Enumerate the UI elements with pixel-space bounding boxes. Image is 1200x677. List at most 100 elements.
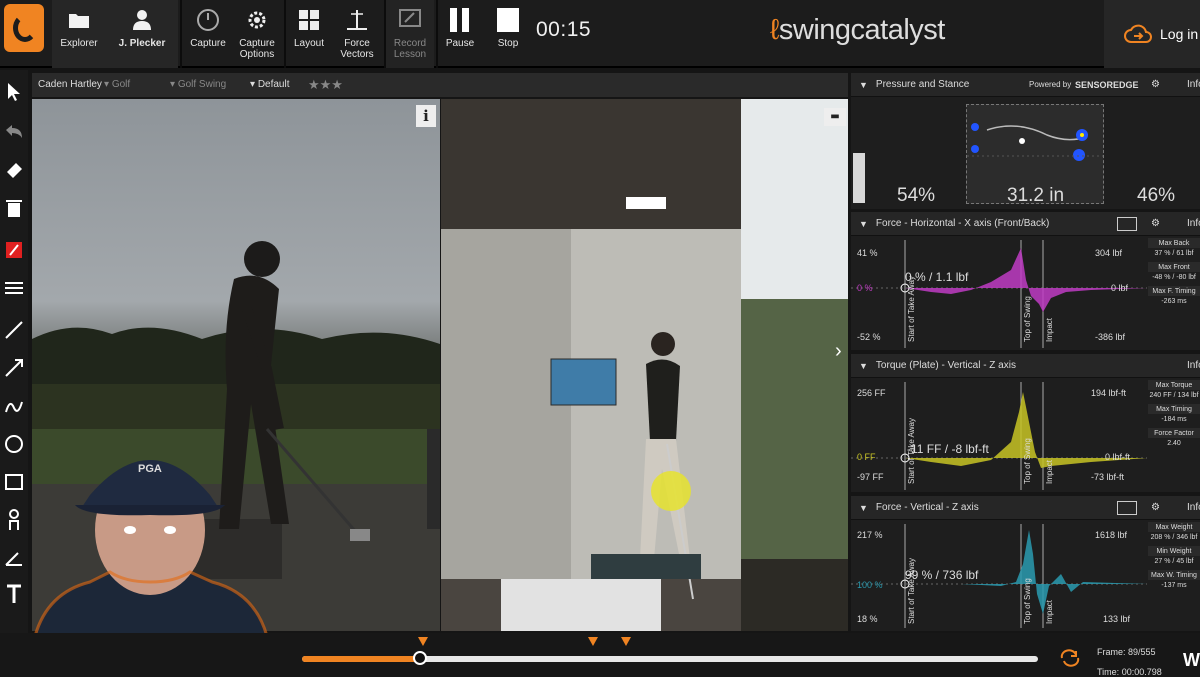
y-axis-bottom: 18 % [857, 614, 878, 624]
login-button[interactable]: Log in [1104, 0, 1200, 68]
sport-dropdown[interactable]: ▾ Golf [104, 79, 130, 90]
pressure-panel-header: ▼ Pressure and Stance Powered by SENSORE… [851, 73, 1200, 97]
svg-text:PGA: PGA [138, 463, 162, 475]
stat-label: Max Timing [1148, 404, 1200, 414]
record-lesson-button[interactable]: Record Lesson [390, 0, 430, 68]
collapse-icon[interactable]: ▼ [859, 219, 868, 229]
player-name[interactable]: Caden Hartley [38, 79, 102, 90]
stat-value: 2.40 [1167, 440, 1181, 447]
right-axis-zero: 0 lbf-ft [1105, 452, 1131, 462]
capture-button[interactable]: Capture [188, 0, 228, 68]
collapse-icon[interactable]: ▼ [859, 503, 868, 513]
pressure-stance-panel: ▼ Pressure and Stance Powered by SENSORE… [851, 73, 1200, 209]
phase-impact-label: Impact [1045, 599, 1054, 624]
right-axis-top: 1618 lbf [1095, 530, 1128, 540]
arrow-tool-icon[interactable] [2, 356, 26, 380]
phase-marker[interactable] [417, 637, 428, 646]
force-readout: 99 % / 736 lbf [905, 568, 979, 582]
phase-takeaway-label: Start of Take Away [907, 558, 916, 624]
right-axis-bottom: -386 lbf [1095, 332, 1126, 342]
phase-impact-label: Impact [1045, 459, 1054, 484]
brand-wordmark: ℓswingcatalyst [770, 14, 945, 47]
split-view-icon[interactable] [1117, 216, 1137, 231]
camera-icon[interactable]: ▬ [824, 108, 846, 126]
right-axis-top: 194 lbf-ft [1091, 388, 1127, 398]
freehand-tool-icon[interactable] [2, 394, 26, 418]
video-info-bar: Caden Hartley ▾ Golf ▾ Golf Swing ▾ Defa… [32, 73, 848, 97]
category-dropdown[interactable]: ▾ Golf Swing [170, 79, 226, 90]
phase-marker[interactable] [620, 637, 631, 646]
stat-label: Max F. Timing [1148, 286, 1200, 296]
trash-icon[interactable] [2, 196, 26, 220]
torque-panel: ▼ Torque (Plate) - Vertical - Z axis Inf… [851, 354, 1200, 492]
frame-value: 89/555 [1128, 647, 1156, 657]
stat-value: -184 ms [1161, 416, 1187, 423]
info-tab[interactable]: Info [1187, 79, 1200, 90]
video-pane-down-the-line[interactable] [441, 99, 848, 631]
stat-label: Max Weight [1148, 522, 1200, 532]
cloud-login-icon [1124, 24, 1152, 43]
next-chevron-icon[interactable]: › [835, 340, 842, 363]
loop-icon[interactable] [1058, 648, 1082, 668]
phase-marker[interactable] [587, 637, 598, 646]
info-tab[interactable]: Info [1187, 360, 1200, 371]
pointer-tool-icon[interactable] [2, 80, 26, 104]
line-tool-icon[interactable] [2, 318, 26, 342]
user-label: J. Plecker [118, 38, 166, 49]
user-icon [128, 6, 156, 34]
pause-button[interactable]: Pause [444, 0, 476, 68]
force-vectors-button[interactable]: Force Vectors [336, 0, 378, 68]
info-tab[interactable]: Info [1187, 218, 1200, 229]
app-logo[interactable] [4, 4, 44, 52]
pause-label: Pause [445, 38, 475, 49]
undo-icon[interactable] [2, 120, 26, 144]
torque-title: Torque (Plate) - Vertical - Z axis [875, 360, 1016, 371]
stat-value: 37 % / 61 lbf [1154, 250, 1194, 257]
time-label: Time: [1097, 667, 1120, 677]
sport-label: Golf [111, 79, 131, 90]
stat-value: -48 % / -80 lbf [1152, 274, 1196, 281]
timeline-scrubber[interactable] [412, 651, 427, 665]
y-axis-mid: 100 % [857, 580, 883, 590]
y-axis-top: 41 % [857, 248, 878, 258]
gear-icon[interactable]: ⚙ [1151, 502, 1160, 513]
category-label: Golf Swing [177, 79, 227, 90]
line-weight-icon[interactable] [2, 276, 26, 300]
timeline-bar [0, 633, 1200, 677]
y-axis-zero: 0 FF [857, 452, 876, 462]
force-vertical-panel: ▼ Force - Vertical - Z axis ⚙ Info 217 %… [851, 496, 1200, 631]
time-value: 00:00.798 [1121, 667, 1162, 677]
collapse-icon[interactable]: ▼ [859, 361, 868, 371]
force-vertical-header: ▼ Force - Vertical - Z axis ⚙ Info [851, 496, 1200, 520]
layout-button[interactable]: Layout [290, 0, 328, 68]
stat-label: Max Front [1148, 262, 1200, 272]
frame-info: Frame: 89/555 Time: 00:00.798 [1097, 642, 1162, 677]
frame-label: Frame: [1097, 647, 1126, 657]
force-horizontal-title: Force - Horizontal - X axis (Front/Back) [875, 218, 1050, 229]
capture-options-button[interactable]: Capture Options [236, 0, 278, 68]
explorer-button[interactable]: Explorer [56, 0, 102, 68]
torque-readout: -11 FF / -8 lbf-ft [907, 442, 989, 456]
force-vertical-title: Force - Vertical - Z axis [875, 502, 979, 513]
stat-label: Max W. Timing [1148, 570, 1200, 580]
stance-width: 31.2 in [1007, 185, 1065, 206]
pen-color-icon[interactable] [2, 238, 26, 262]
record-lesson-icon [396, 6, 424, 34]
y-axis-top: 217 % [857, 530, 883, 540]
info-icon[interactable]: i [416, 105, 436, 127]
stat-label: Min Weight [1148, 546, 1200, 556]
preset-dropdown[interactable]: ▾ Default [250, 79, 290, 90]
rating-stars[interactable]: ★★★ [308, 77, 343, 93]
collapse-icon[interactable]: ▼ [859, 80, 868, 90]
gear-icon[interactable]: ⚙ [1151, 79, 1160, 90]
force-horizontal-panel: ▼ Force - Horizontal - X axis (Front/Bac… [851, 212, 1200, 350]
gear-icon[interactable]: ⚙ [1151, 218, 1160, 229]
left-foot-percent: 54% [897, 185, 936, 206]
user-button[interactable]: J. Plecker [112, 0, 172, 68]
split-view-icon[interactable] [1117, 500, 1137, 515]
layout-label: Layout [293, 38, 325, 49]
stop-button[interactable]: Stop [494, 0, 522, 68]
gear-icon [243, 6, 271, 34]
eraser-icon[interactable] [2, 158, 26, 182]
info-tab[interactable]: Info [1187, 502, 1200, 513]
